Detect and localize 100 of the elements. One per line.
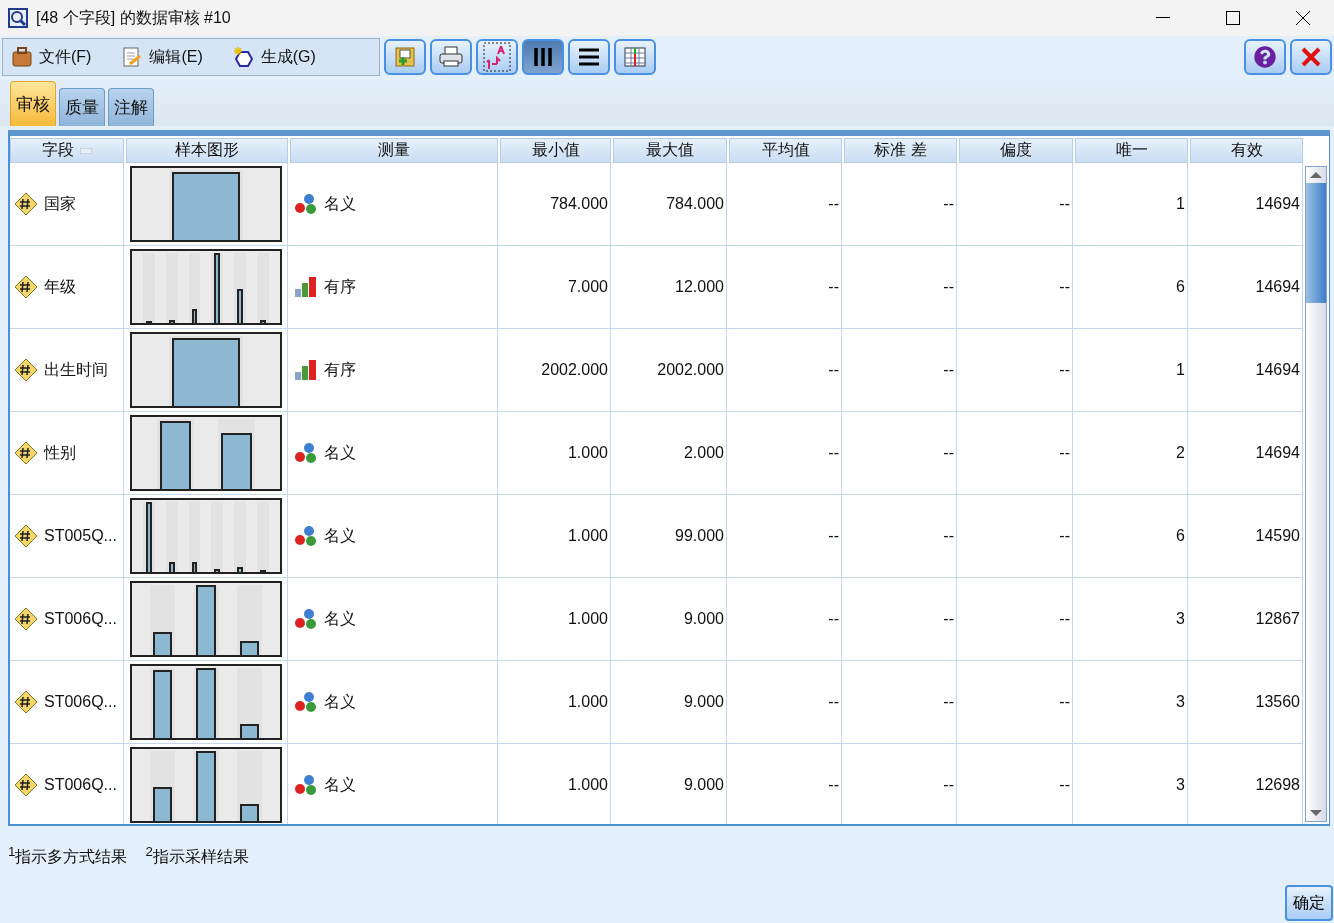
table-cell: 6 [1176,278,1185,296]
table-cell: 1.000 [567,693,608,711]
numeric-field-icon [14,690,38,714]
tab[interactable]: 审核 [10,81,56,126]
measure-label: 有序 [324,276,356,297]
nominal-icon [294,442,318,464]
header-label: 有效 [1230,140,1263,160]
ok-button[interactable]: 确定 [1285,885,1333,921]
header-label: 偏度 [1000,140,1032,160]
table-cell: -- [943,527,954,545]
measure-label: 名义 [324,525,356,546]
table-cell: -- [1059,693,1070,711]
field-name: ST006Q... [44,610,117,628]
toolbar-button[interactable] [568,39,610,75]
column-header[interactable]: 样本图形 [126,138,288,163]
hexagon-star-icon [232,46,255,68]
field-name: ST005Q... [44,527,117,545]
nominal-icon [294,774,318,796]
table-cell: -- [1059,444,1070,462]
table-cell: -- [943,444,954,462]
tab[interactable]: 质量 [59,88,105,126]
scrollbar[interactable] [1305,166,1327,822]
tab[interactable]: 注解 [108,88,154,126]
app-icon [8,8,28,28]
table-cell: -- [828,278,839,296]
close-icon [1296,11,1310,25]
column-header[interactable]: 标准 差 [844,138,957,163]
header-label: 标准 差 [874,140,927,160]
nominal-icon [294,608,318,630]
field-name: 年级 [44,276,76,297]
table-cell: -- [943,195,954,213]
table-cell: 12.000 [675,278,724,296]
column-header[interactable]: 唯一 [1075,138,1188,163]
briefcase-icon [11,46,33,68]
column-header[interactable]: 有效 [1190,138,1303,163]
help-icon [1254,46,1276,68]
table-cell: 1.000 [567,610,608,628]
column-header[interactable]: 字段 [10,138,124,163]
numeric-field-icon [14,192,38,216]
footnote: $^{2}$指示采样结果 [145,844,249,868]
column-header[interactable]: 偏度 [959,138,1073,163]
columns-icon [531,46,555,68]
table-cell: -- [1059,610,1070,628]
field-name: 国家 [44,193,76,214]
table-cell: 1 [1176,361,1185,379]
maximize-icon [1226,11,1240,25]
footnote: $^{1}$指示多方式结果 [8,844,128,868]
table-cell: 784.000 [550,195,608,213]
table-cell: 14694 [1255,278,1300,296]
measure-label: 名义 [324,691,356,712]
column-header[interactable]: 平均值 [729,138,842,163]
menu-item[interactable]: 文件(F) [11,46,92,68]
header-label: 最大值 [646,140,694,160]
sort-indicator-icon [80,147,92,154]
add-table-icon [393,45,417,69]
header-label: 测量 [378,140,410,160]
table-cell: -- [828,610,839,628]
measure-label: 名义 [324,608,356,629]
header-label: 平均值 [761,140,810,160]
table-cell: 9.000 [683,610,724,628]
menu-item[interactable]: 生成(G) [232,46,316,68]
column-header[interactable]: 最大值 [613,138,727,163]
close-button[interactable] [1290,39,1332,75]
table-cell: -- [943,776,954,794]
table-cell: -- [943,610,954,628]
table-cell: -- [1059,195,1070,213]
numeric-field-icon [14,524,38,548]
table-cell: 3 [1176,693,1185,711]
column-header[interactable]: 最小值 [500,138,611,163]
grid-table-icon [623,45,647,69]
minimize-icon [1156,17,1170,19]
table-cell: 14694 [1255,361,1300,379]
table-cell: 14590 [1255,527,1300,545]
field-name: ST006Q... [44,776,117,794]
field-name: 出生时间 [44,359,108,380]
table-cell: 14694 [1255,195,1300,213]
close-icon [1300,46,1322,68]
help-button[interactable] [1244,39,1286,75]
numeric-field-icon [14,607,38,631]
toolbar-button[interactable] [522,39,564,75]
table-cell: -- [828,693,839,711]
table-cell: 13560 [1255,693,1300,711]
header-label: 字段 [42,140,74,160]
table-cell: -- [1059,361,1070,379]
measure-label: 名义 [324,193,356,214]
table-cell: -- [828,527,839,545]
nominal-icon [294,525,318,547]
measure-label: 有序 [324,359,356,380]
table-cell: 12867 [1255,610,1300,628]
ordinal-icon [294,276,318,298]
menu-item[interactable]: 编辑(E) [121,46,203,68]
table-cell: 784.000 [666,195,724,213]
table-cell: 3 [1176,776,1185,794]
nominal-icon [294,691,318,713]
table-cell: 9.000 [683,693,724,711]
table-cell: 2 [1176,444,1185,462]
scrollbar-thumb[interactable] [1306,183,1326,303]
column-header[interactable]: 测量 [290,138,498,163]
table-cell: 2002.000 [541,361,608,379]
measure-label: 名义 [324,442,356,463]
